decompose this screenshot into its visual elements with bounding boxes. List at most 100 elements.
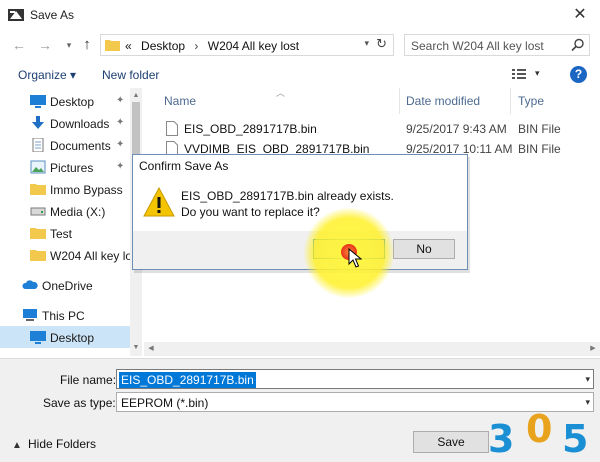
chevron-up-icon: ▲	[12, 440, 22, 451]
scroll-left-arrow-icon[interactable]: ◀	[144, 342, 158, 356]
breadcrumb-separator[interactable]: ›	[194, 39, 198, 53]
up-arrow-icon[interactable]: ↑	[78, 36, 96, 54]
nav-item-label: W204 All key lost	[50, 249, 140, 263]
breadcrumb-item-desktop[interactable]: Desktop	[141, 39, 185, 53]
navigation-bar: ← → ▾ ↑ « Desktop › W204 All key lost ▾ …	[0, 30, 600, 60]
nav-item-label: Documents	[50, 139, 111, 153]
column-header-date-modified[interactable]: Date modified	[406, 94, 480, 108]
pin-icon: ✦	[116, 161, 125, 172]
warning-icon	[143, 187, 175, 217]
file-type: BIN File	[518, 122, 561, 136]
folder-icon	[105, 40, 120, 51]
watermark-digit: 0	[526, 407, 553, 451]
nav-item-this-pc[interactable]: This PC	[0, 304, 130, 326]
pin-icon: ✦	[116, 117, 125, 128]
confirm-save-as-dialog: Confirm Save As EIS_OBD_2891717B.bin alr…	[132, 154, 468, 270]
nav-item-label: Test	[50, 227, 73, 241]
nav-item-label: Pictures	[50, 161, 94, 175]
nav-item-media-drive[interactable]: Media (X:)	[0, 200, 130, 222]
nav-item-documents[interactable]: Documents ✦	[0, 134, 130, 156]
pin-icon: ✦	[116, 95, 125, 106]
watermark-digit: 5	[562, 417, 589, 461]
nav-item-label: This PC	[42, 309, 85, 323]
command-toolbar: Organize ▾ New folder ▾ ?	[0, 62, 600, 88]
column-header-type[interactable]: Type	[518, 94, 544, 108]
download-arrow-icon	[32, 116, 44, 129]
nav-item-this-pc-desktop[interactable]: Desktop	[0, 326, 130, 348]
documents-icon	[32, 138, 44, 152]
close-button[interactable]: ✕	[560, 0, 600, 30]
column-divider[interactable]	[399, 88, 400, 114]
file-name-label: File name:	[60, 373, 117, 387]
nav-item-pictures[interactable]: Pictures ✦	[0, 156, 130, 178]
folder-icon	[30, 250, 46, 261]
nav-item-label: Immo Bypass	[50, 183, 123, 197]
nav-item-label: Desktop	[50, 95, 95, 109]
nav-item-downloads[interactable]: Downloads ✦	[0, 112, 130, 134]
scroll-right-arrow-icon[interactable]: ▶	[586, 342, 600, 356]
search-input[interactable]: Search W204 All key lost	[404, 34, 590, 56]
save-as-type-label: Save as type:	[43, 396, 116, 410]
address-dropdown-chevron-icon[interactable]: ▾	[364, 38, 369, 49]
column-header-name[interactable]: Name	[164, 94, 196, 108]
forward-arrow-icon[interactable]: →	[36, 36, 54, 54]
cloud-icon	[22, 280, 38, 289]
computer-icon	[23, 309, 37, 321]
help-button[interactable]: ?	[570, 66, 587, 83]
brand-watermark: 3 0 5	[488, 410, 600, 462]
new-folder-button[interactable]: New folder	[102, 68, 159, 82]
dialog-message-line-1: EIS_OBD_2891717B.bin already exists.	[181, 189, 394, 203]
save-as-type-dropdown-chevron-icon[interactable]: ▾	[585, 397, 590, 408]
folder-icon	[30, 184, 46, 195]
file-name-dropdown-chevron-icon[interactable]: ▾	[585, 374, 590, 385]
column-divider[interactable]	[510, 88, 511, 114]
mouse-pointer-icon	[348, 248, 362, 268]
breadcrumb-item-w204[interactable]: W204 All key lost	[208, 39, 299, 53]
pictures-icon	[30, 160, 46, 174]
back-arrow-icon[interactable]: ←	[10, 36, 28, 54]
window-title: Save As	[30, 8, 75, 22]
nav-item-w204-all-key-lost[interactable]: W204 All key lost	[0, 244, 140, 266]
dialog-message-line-2: Do you want to replace it?	[181, 205, 320, 219]
nav-item-onedrive[interactable]: OneDrive	[0, 274, 130, 296]
pin-icon: ✦	[116, 139, 125, 150]
search-icon[interactable]	[571, 38, 585, 52]
file-icon	[166, 121, 178, 136]
save-as-type-select[interactable]: EEPROM (*.bin) ▾	[116, 392, 594, 412]
dialog-button-bar: No	[133, 231, 467, 269]
desktop-icon	[30, 95, 46, 108]
nav-item-test[interactable]: Test	[0, 222, 130, 244]
nav-item-label: OneDrive	[42, 279, 93, 293]
app-icon	[8, 9, 24, 21]
file-type: BIN File	[518, 142, 561, 156]
scroll-up-arrow-icon[interactable]: ▲	[130, 90, 142, 102]
save-as-type-value: EEPROM (*.bin)	[121, 396, 209, 410]
view-dropdown-chevron-icon[interactable]: ▾	[535, 68, 540, 79]
no-button[interactable]: No	[393, 239, 455, 259]
search-placeholder: Search W204 All key lost	[411, 39, 544, 53]
nav-item-desktop[interactable]: Desktop ✦	[0, 90, 130, 112]
file-list-horizontal-scrollbar[interactable]: ◀ ▶	[144, 342, 600, 356]
drive-icon	[30, 207, 46, 216]
nav-item-immo-bypass[interactable]: Immo Bypass	[0, 178, 130, 200]
refresh-icon[interactable]: ↻	[376, 36, 387, 52]
scroll-down-arrow-icon[interactable]: ▼	[130, 342, 142, 354]
file-name-input[interactable]: EIS_OBD_2891717B.bin ▾	[116, 369, 594, 389]
address-bar[interactable]: « Desktop › W204 All key lost ▾ ↻	[100, 34, 394, 56]
title-bar: Save As ✕	[0, 0, 600, 30]
hide-folders-label: Hide Folders	[28, 437, 97, 451]
file-name: EIS_OBD_2891717B.bin	[184, 122, 317, 136]
file-name-value[interactable]: EIS_OBD_2891717B.bin	[119, 372, 256, 388]
file-row[interactable]: EIS_OBD_2891717B.bin 9/25/2017 9:43 AM B…	[144, 119, 600, 139]
organize-button[interactable]: Organize ▾	[18, 68, 76, 82]
save-button[interactable]: Save	[413, 431, 489, 453]
sort-caret-icon: ︿	[276, 88, 286, 98]
breadcrumb-prefix[interactable]: «	[125, 39, 132, 53]
hide-folders-button[interactable]: ▲ Hide Folders	[12, 437, 96, 451]
desktop-icon	[30, 331, 46, 344]
recent-locations-chevron-icon[interactable]: ▾	[60, 36, 78, 54]
nav-item-label: Downloads	[50, 117, 110, 131]
nav-item-label: Media (X:)	[50, 205, 106, 219]
folder-icon	[30, 228, 46, 239]
view-options-icon[interactable]	[512, 68, 526, 80]
